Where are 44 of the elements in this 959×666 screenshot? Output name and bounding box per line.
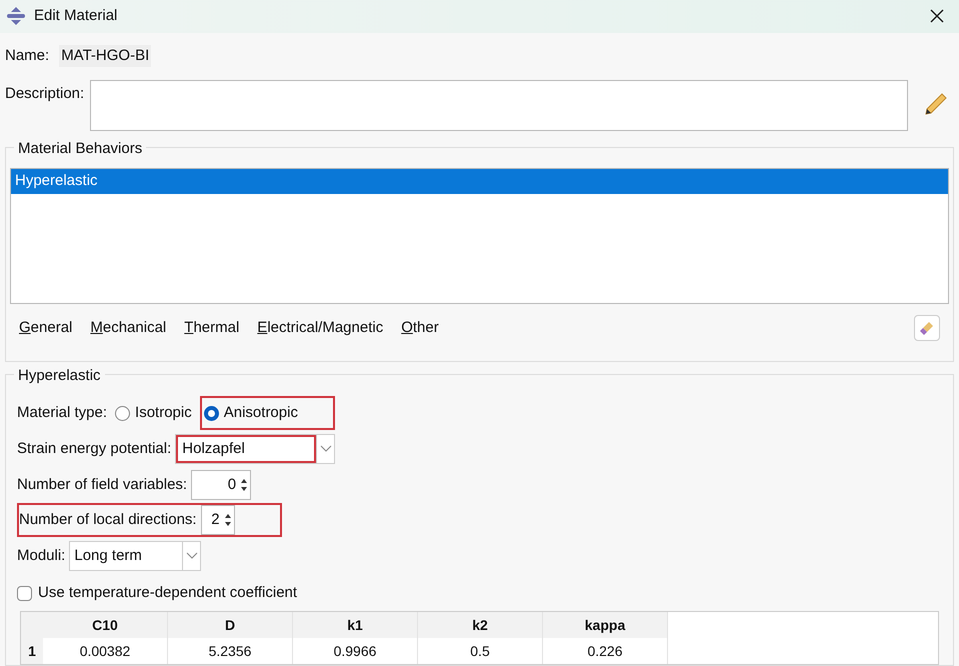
column-header: D: [168, 612, 293, 638]
eraser-button[interactable]: [914, 314, 940, 341]
menu-item[interactable]: General: [19, 316, 72, 340]
moduli-label: Moduli:: [17, 546, 66, 566]
list-item[interactable]: Hyperelastic: [11, 168, 948, 194]
moduli-dropdown[interactable]: Long term: [69, 541, 202, 571]
spin-field[interactable]: 0: [191, 470, 252, 500]
description-label: Description:: [5, 84, 84, 104]
strain-energy-dropdown[interactable]: Holzapfel: [175, 434, 336, 464]
checkbox[interactable]: [17, 586, 32, 600]
radio-option[interactable]: Anisotropic: [200, 396, 335, 430]
column-header: k1: [293, 612, 418, 638]
checkbox-label: Use temperature-dependent coefficient: [38, 582, 298, 603]
column-header: kappa: [543, 612, 668, 638]
radio-icon[interactable]: [115, 406, 130, 420]
name-label: Name:: [5, 46, 50, 66]
menu-item[interactable]: Other: [401, 316, 439, 340]
table-cell[interactable]: 0.5: [418, 638, 543, 664]
description-field[interactable]: [90, 80, 908, 131]
radio-icon[interactable]: [204, 406, 219, 420]
table-cell[interactable]: 0.226: [543, 638, 668, 664]
spin-field[interactable]: 2: [200, 505, 235, 535]
dropdown-arrow-icon[interactable]: [316, 435, 334, 463]
column-header: C10: [43, 612, 168, 638]
row-number: 1: [21, 638, 43, 664]
radio-option[interactable]: Isotropic: [113, 402, 194, 424]
spin-arrows-icon[interactable]: [224, 512, 234, 528]
menu-item[interactable]: Electrical/Magnetic: [257, 316, 384, 340]
menu-item[interactable]: Mechanical: [90, 316, 166, 340]
column-header: k2: [418, 612, 543, 638]
table-cell[interactable]: 0.00382: [43, 638, 168, 664]
close-icon[interactable]: [930, 9, 944, 24]
name-value: MAT-HGO-BI: [59, 44, 152, 68]
window-title: Edit Material: [34, 6, 118, 26]
menu-item[interactable]: Thermal: [184, 316, 240, 340]
app-logo-icon: [6, 7, 26, 26]
strain-energy-label: Strain energy potential:: [17, 438, 172, 459]
dropdown-arrow-icon[interactable]: [182, 542, 200, 570]
field-variables-label: Number of field variables:: [17, 474, 188, 495]
eraser-icon[interactable]: [919, 320, 935, 336]
local-directions-label: Number of local directions:: [19, 510, 197, 530]
table-cell[interactable]: 5.2356: [168, 638, 293, 664]
table-cell[interactable]: 0.9966: [293, 638, 418, 664]
material-type-label: Material type:: [17, 402, 108, 423]
